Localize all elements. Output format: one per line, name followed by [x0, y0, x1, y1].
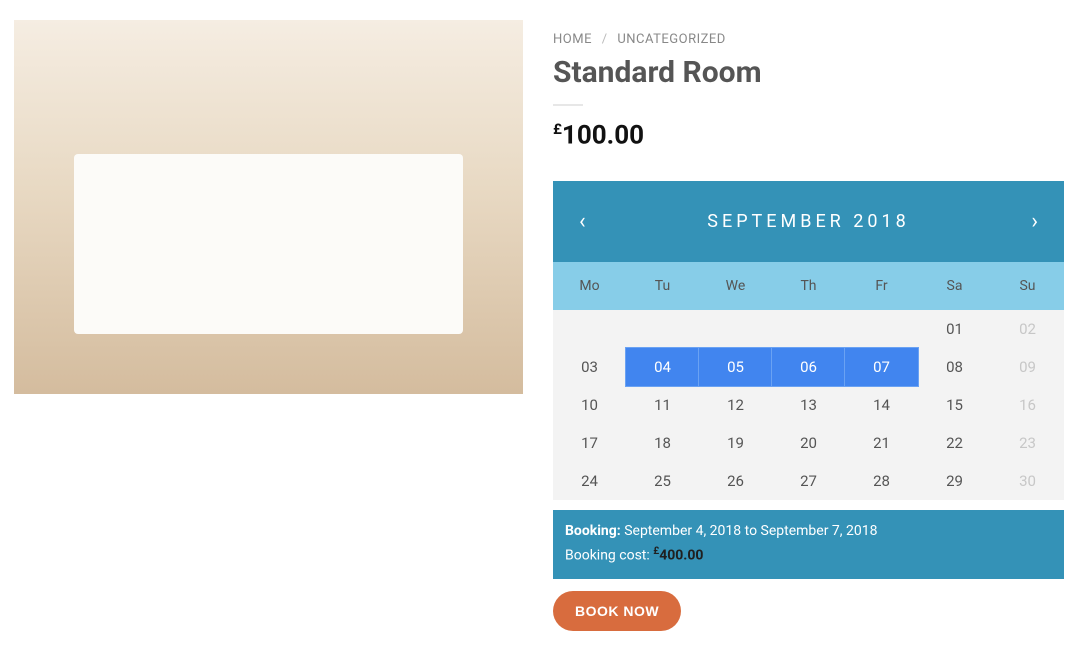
- price-amount: 100.00: [562, 121, 644, 151]
- booking-label: Booking:: [565, 523, 621, 539]
- price: £100.00: [553, 120, 1064, 151]
- calendar-day-cell[interactable]: 25: [626, 462, 699, 500]
- price-currency: £: [553, 120, 562, 138]
- calendar-dow-cell: We: [699, 262, 772, 310]
- book-now-button[interactable]: BOOK NOW: [553, 591, 681, 631]
- calendar-next-button[interactable]: ›: [1027, 209, 1042, 234]
- calendar-day-cell[interactable]: 04: [625, 347, 700, 387]
- calendar-day-cell[interactable]: 24: [553, 462, 626, 500]
- calendar-prev-button[interactable]: ‹: [575, 209, 590, 234]
- calendar-day-cell[interactable]: 14: [845, 386, 918, 424]
- calendar-day-cell[interactable]: 15: [918, 386, 991, 424]
- booking-cost-label: Booking cost:: [565, 548, 650, 564]
- calendar-header: ‹ SEPTEMBER 2018 ›: [553, 181, 1064, 262]
- calendar-dow-cell: Sa: [918, 262, 991, 310]
- calendar-day-cell: 23: [991, 424, 1064, 462]
- calendar-dow-row: MoTuWeThFrSaSu: [553, 262, 1064, 310]
- calendar-day-cell[interactable]: 08: [918, 348, 991, 386]
- calendar-dow-cell: Tu: [626, 262, 699, 310]
- calendar-body: 0102 03040506070809 10111213141516 17181920…: [553, 310, 1064, 500]
- calendar-day-cell[interactable]: 13: [772, 386, 845, 424]
- calendar-day-cell[interactable]: 01: [918, 310, 991, 348]
- booking-range: September 4, 2018 to September 7, 2018: [624, 523, 877, 539]
- page-title: Standard Room: [553, 55, 1064, 90]
- calendar-day-cell[interactable]: 27: [772, 462, 845, 500]
- calendar-dow-cell: Mo: [553, 262, 626, 310]
- calendar-empty-cell: [699, 310, 772, 348]
- calendar-day-cell[interactable]: 20: [772, 424, 845, 462]
- calendar-empty-cell: [845, 310, 918, 348]
- calendar-day-cell[interactable]: 11: [626, 386, 699, 424]
- calendar-empty-cell: [772, 310, 845, 348]
- calendar-day-cell: 09: [991, 348, 1064, 386]
- calendar-day-cell[interactable]: 17: [553, 424, 626, 462]
- calendar-day-cell: 02: [991, 310, 1064, 348]
- calendar-day-cell[interactable]: 07: [844, 347, 919, 387]
- calendar-day-cell[interactable]: 12: [699, 386, 772, 424]
- booking-summary: Booking: September 4, 2018 to September …: [553, 510, 1064, 579]
- calendar: ‹ SEPTEMBER 2018 › MoTuWeThFrSaSu 0102 03…: [553, 181, 1064, 500]
- calendar-day-cell[interactable]: 26: [699, 462, 772, 500]
- calendar-day-cell[interactable]: 03: [553, 348, 626, 386]
- calendar-dow-cell: Su: [991, 262, 1064, 310]
- calendar-day-cell: 16: [991, 386, 1064, 424]
- calendar-empty-cell: [553, 310, 626, 348]
- calendar-day-cell[interactable]: 05: [698, 347, 773, 387]
- breadcrumb-home[interactable]: HOME: [553, 32, 592, 47]
- title-divider: [553, 104, 583, 106]
- product-image[interactable]: [14, 20, 523, 394]
- calendar-day-cell[interactable]: 18: [626, 424, 699, 462]
- breadcrumb-sep: /: [602, 32, 608, 47]
- calendar-month-label: SEPTEMBER 2018: [707, 211, 909, 232]
- calendar-dow-cell: Th: [772, 262, 845, 310]
- breadcrumb: HOME / UNCATEGORIZED: [553, 32, 1064, 47]
- calendar-day-cell[interactable]: 28: [845, 462, 918, 500]
- breadcrumb-category[interactable]: UNCATEGORIZED: [617, 32, 726, 47]
- calendar-empty-cell: [626, 310, 699, 348]
- calendar-dow-cell: Fr: [845, 262, 918, 310]
- calendar-day-cell: 30: [991, 462, 1064, 500]
- calendar-day-cell[interactable]: 29: [918, 462, 991, 500]
- calendar-day-cell[interactable]: 06: [771, 347, 846, 387]
- calendar-day-cell[interactable]: 22: [918, 424, 991, 462]
- calendar-day-cell[interactable]: 21: [845, 424, 918, 462]
- calendar-day-cell[interactable]: 10: [553, 386, 626, 424]
- booking-cost-amount: 400.00: [659, 548, 703, 564]
- calendar-day-cell[interactable]: 19: [699, 424, 772, 462]
